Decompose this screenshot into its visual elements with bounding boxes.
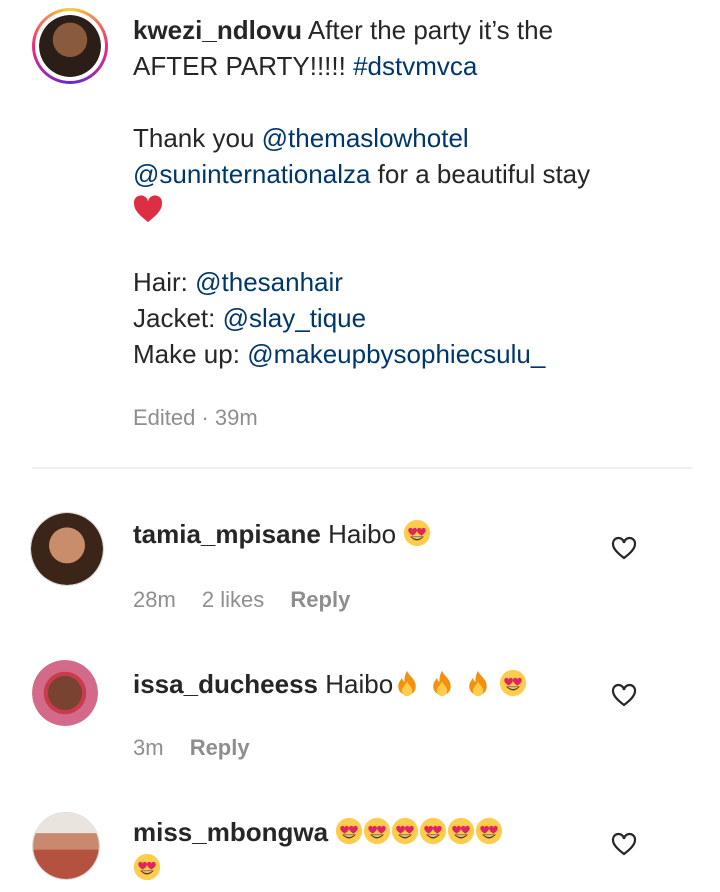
avatar[interactable] <box>32 660 98 726</box>
heart-eyes-icon <box>419 817 447 845</box>
mention-link[interactable]: @slay_tique <box>223 303 366 333</box>
caption-text: Hair: <box>133 267 188 297</box>
avatar[interactable] <box>32 812 100 880</box>
avatar[interactable] <box>30 512 104 586</box>
post-username[interactable]: kwezi_ndlovu <box>133 15 302 45</box>
caption-text: AFTER PARTY!!!!! <box>133 51 346 81</box>
heart-eyes-icon <box>363 817 391 845</box>
reply-button[interactable]: Reply <box>290 587 350 612</box>
like-heart-icon[interactable] <box>611 536 637 560</box>
caption-text: Jacket: <box>133 303 216 333</box>
post-edited: Edited · 39m <box>133 405 258 430</box>
comment-text: Haibo <box>325 669 394 699</box>
heart-eyes-icon <box>475 817 503 845</box>
caption-text: for a beautiful stay <box>377 159 591 189</box>
fire-icon <box>428 669 456 697</box>
comment-time: 3m <box>133 735 164 760</box>
heart-eyes-icon <box>403 519 431 547</box>
mention-link[interactable]: @thesanhair <box>195 267 343 297</box>
comment-username[interactable]: miss_mbongwa <box>133 817 328 847</box>
like-heart-icon[interactable] <box>611 683 637 707</box>
avatar[interactable] <box>39 15 101 77</box>
heart-eyes-icon <box>133 853 161 881</box>
like-heart-icon[interactable] <box>611 832 637 856</box>
caption-text: Make up: <box>133 339 240 369</box>
divider <box>32 467 692 469</box>
comment-time: 28m <box>133 587 176 612</box>
comment-likes[interactable]: 2 likes <box>202 587 264 612</box>
post-caption: kwezi_ndlovu After the party it’s the AF… <box>133 12 693 372</box>
heart-eyes-icon <box>499 669 527 697</box>
mention-link[interactable]: @themaslowhotel <box>262 123 469 153</box>
comment-username[interactable]: tamia_mpisane <box>133 519 321 549</box>
comment: tamia_mpisane Haibo <box>133 516 603 552</box>
heart-eyes-icon <box>447 817 475 845</box>
comment-username[interactable]: issa_ducheess <box>133 669 318 699</box>
mention-link[interactable]: @suninternationalza <box>133 159 370 189</box>
comment: issa_ducheess Haibo <box>133 666 603 702</box>
comment-text: Haibo <box>328 519 397 549</box>
fire-icon <box>464 669 492 697</box>
caption-text: After the party it’s the <box>307 15 554 45</box>
fire-icon <box>393 669 421 697</box>
comment-meta: 28m 2 likes Reply <box>133 587 370 613</box>
heart-eyes-icon <box>335 817 363 845</box>
comment-meta: 3m Reply <box>133 735 270 761</box>
heart-eyes-icon <box>391 817 419 845</box>
mention-link[interactable]: @makeupbysophiecsulu_ <box>247 339 545 369</box>
red-heart-icon <box>133 195 163 223</box>
hashtag-link[interactable]: #dstvmvca <box>353 51 477 81</box>
comment: miss_mbongwa <box>133 814 553 886</box>
reply-button[interactable]: Reply <box>190 735 250 760</box>
caption-text: Thank you <box>133 123 255 153</box>
